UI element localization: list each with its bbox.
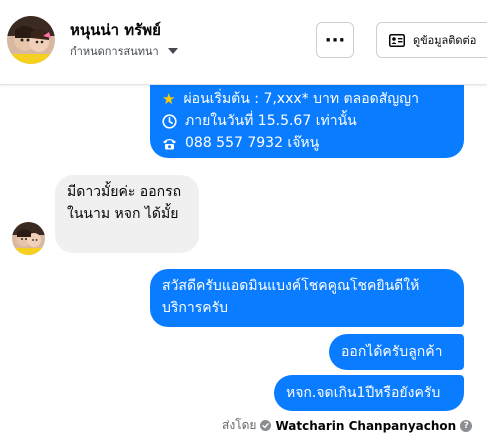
phone-icon	[163, 138, 176, 149]
clock-icon	[162, 113, 177, 129]
sent-by-label: ส่งโดย	[222, 418, 257, 432]
sender-avatar-photo	[12, 222, 45, 255]
sender-name[interactable]: Watcharin Chanpanyachon	[275, 419, 456, 433]
outgoing-message-confirm[interactable]: ออกได้ครับลูกค้า	[329, 334, 464, 370]
view-contact-info-button[interactable]: ดูข้อมูลติดต่อ	[376, 22, 487, 58]
outgoing-message-question[interactable]: หจก.จดเกิน1ปีหรือยังครับ	[274, 375, 464, 411]
contact-card-icon	[389, 33, 405, 47]
promo-line-phone: 088 557 7932 เจ๊หนู	[162, 132, 452, 154]
more-options-button[interactable]: ···	[316, 22, 354, 58]
incoming-message[interactable]: มีดาวมั้ยค่ะ ออกรถในนาม หจก ได้มั้ย	[55, 175, 199, 253]
promo-line-deadline: ภายในวันที่ 15.5.67 เท่านั้น	[162, 110, 452, 132]
confirm-text: ออกได้ครับลูกค้า	[341, 344, 443, 360]
contact-avatar[interactable]	[7, 16, 55, 64]
greeting-text: สวัสดีครับแอดมินแบงค์โชคคูณโชคยินดีให้บร…	[162, 278, 420, 316]
help-icon[interactable]: ?	[460, 419, 473, 432]
promo-phone-text[interactable]: 088 557 7932 เจ๊หนู	[185, 132, 319, 154]
checkmark-icon	[260, 420, 272, 431]
contact-name[interactable]: หนุนน่า ทรัพย์	[70, 18, 161, 42]
caret-down-icon	[167, 48, 178, 54]
conversation-header: หนุนน่า ทรัพย์ กำหนดการสนทนา ··· ดูข้อมู…	[0, 0, 487, 85]
view-contact-info-label: ดูข้อมูลติดต่อ	[413, 34, 477, 47]
sent-by-info: ส่งโดย Watcharin Chanpanyachon ?	[222, 416, 473, 435]
conversation-status-label: กำหนดการสนทนา	[70, 45, 159, 58]
promo-line-price: ★ ผ่อนเริ่มต้น : 7,xxx* บาท ตลอดสัญญา	[162, 88, 452, 110]
question-text: หจก.จดเกิน1ปีหรือยังครับ	[286, 385, 441, 401]
promo-price-text: ผ่อนเริ่มต้น : 7,xxx* บาท ตลอดสัญญา	[183, 91, 419, 107]
more-options-label: ···	[324, 29, 346, 51]
sender-avatar[interactable]	[12, 222, 45, 255]
outgoing-message-greeting[interactable]: สวัสดีครับแอดมินแบงค์โชคคูณโชคยินดีให้บร…	[150, 269, 464, 327]
avatar-photo	[7, 16, 55, 64]
incoming-message-text: มีดาวมั้ยค่ะ ออกรถในนาม หจก ได้มั้ย	[67, 184, 182, 222]
conversation-status[interactable]: กำหนดการสนทนา	[70, 42, 178, 60]
promo-deadline-text: ภายในวันที่ 15.5.67 เท่านั้น	[185, 113, 357, 129]
star-icon: ★	[162, 90, 176, 108]
